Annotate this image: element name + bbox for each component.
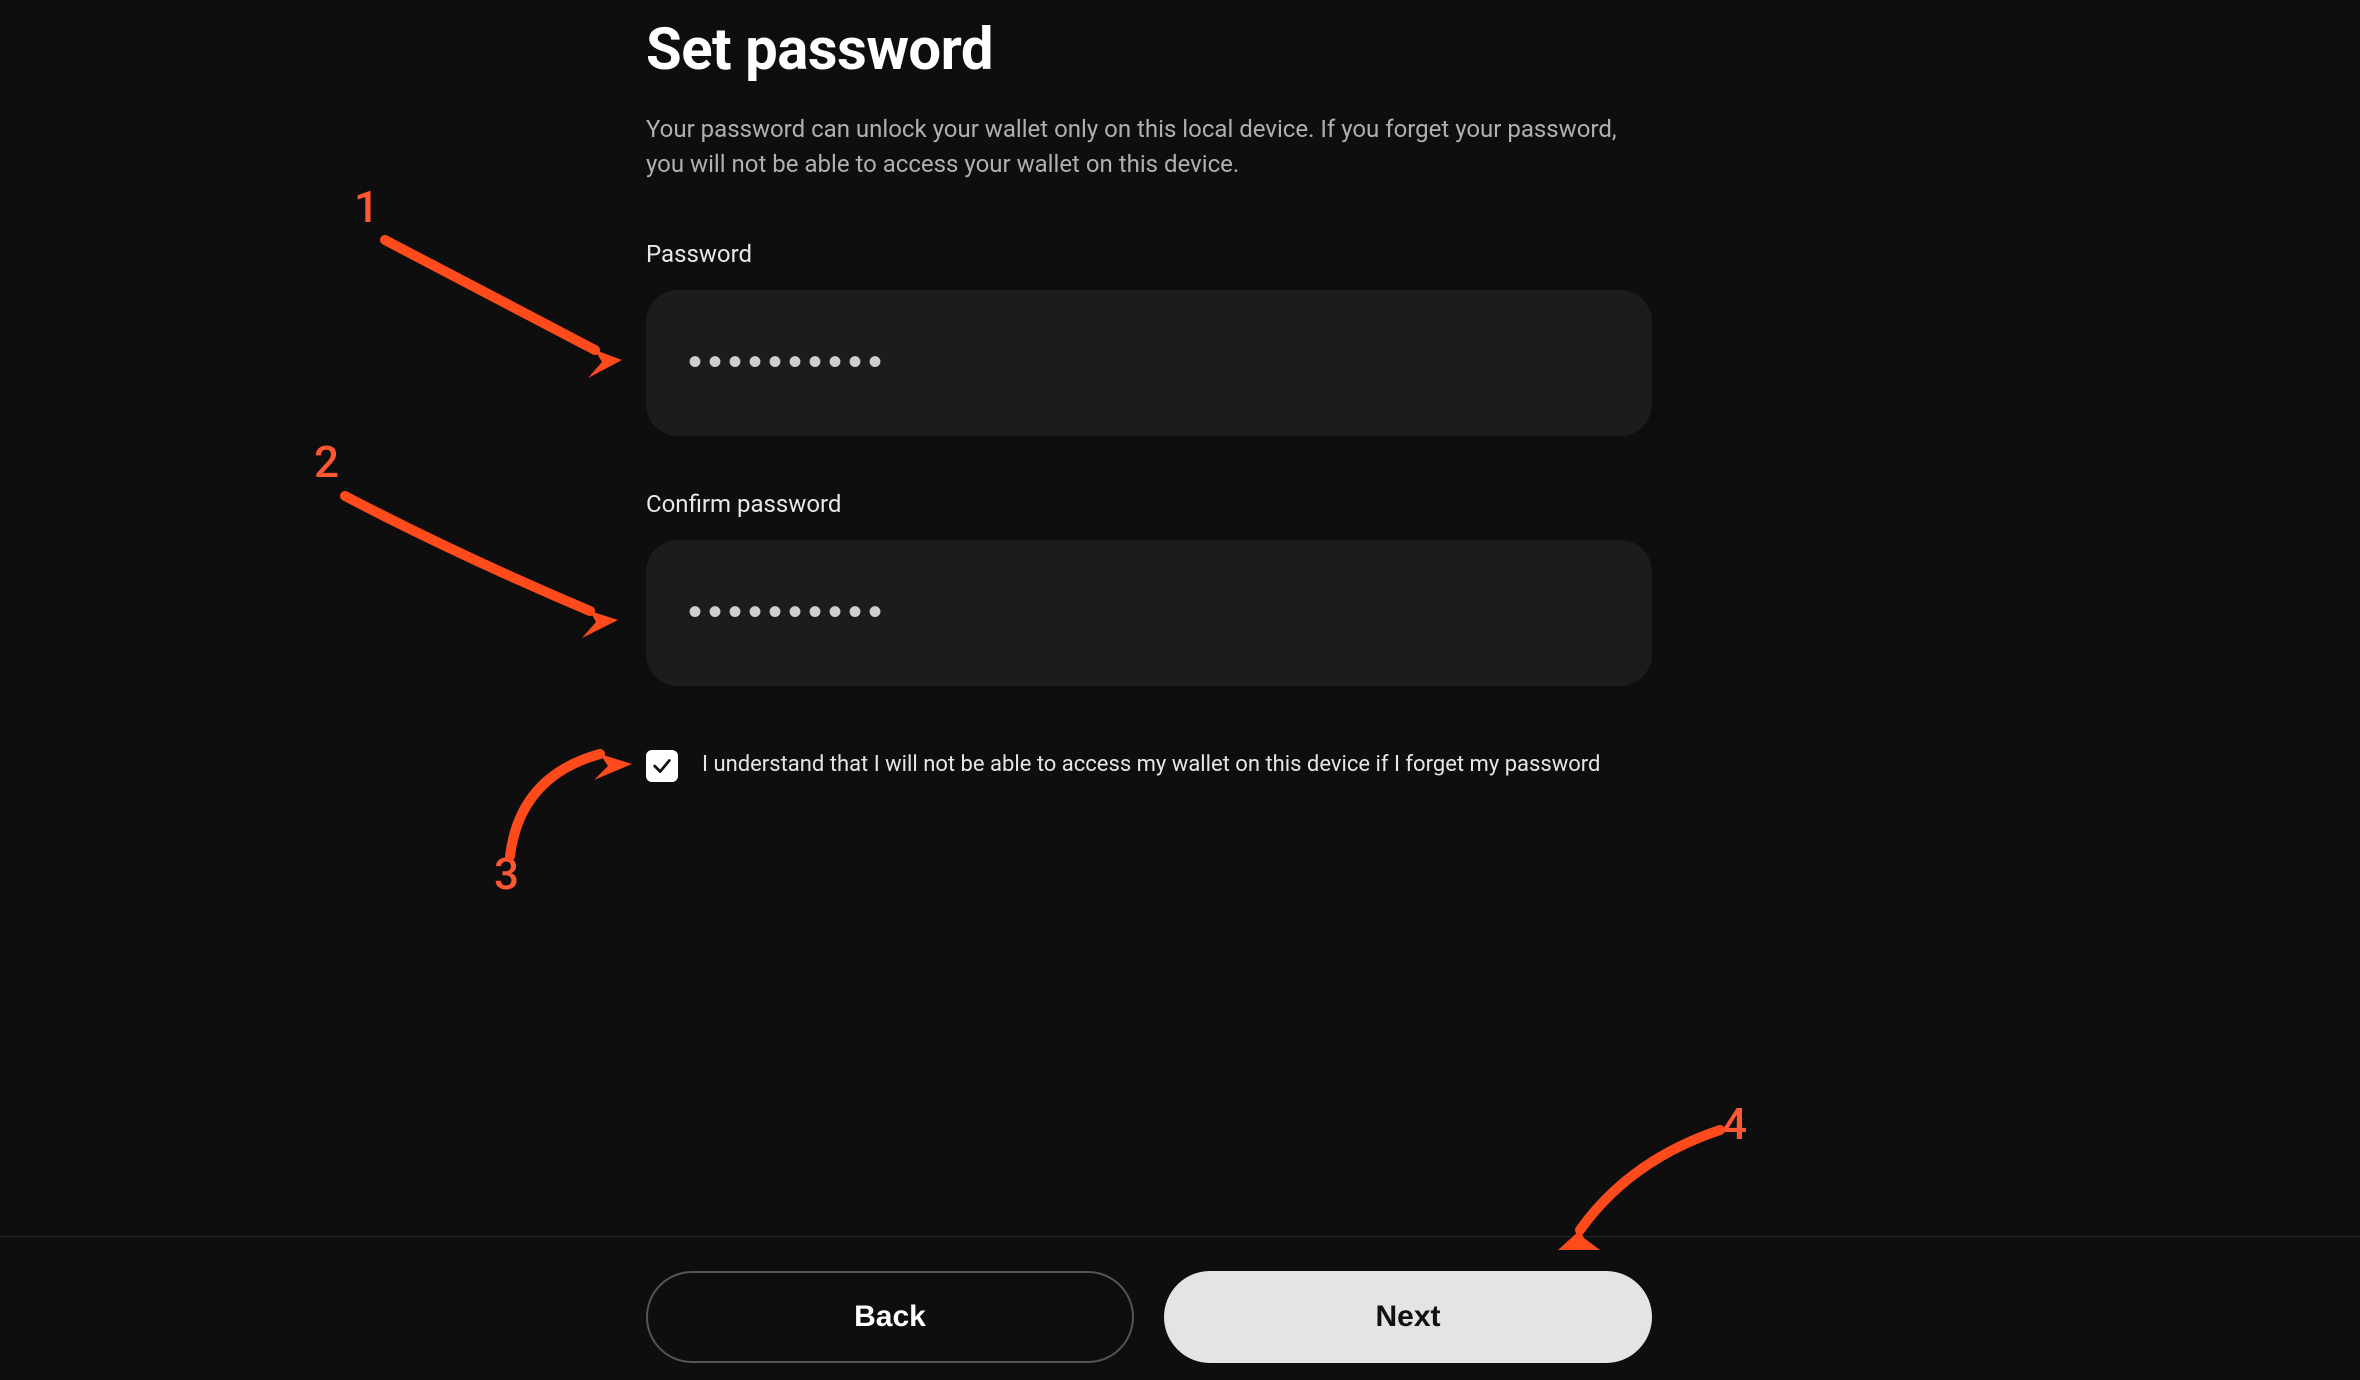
annotation-number-2: 2 — [314, 436, 339, 488]
password-label: Password — [646, 240, 1656, 268]
annotation-number-1: 1 — [354, 181, 379, 233]
acknowledge-row: I understand that I will not be able to … — [646, 748, 1656, 782]
annotation-arrow-1 — [370, 230, 650, 390]
annotation-arrow-4 — [1540, 1120, 1760, 1270]
confirm-password-label: Confirm password — [646, 490, 1656, 518]
annotation-arrow-2 — [330, 486, 640, 646]
annotation-arrow-3 — [490, 736, 670, 876]
password-input[interactable] — [646, 290, 1652, 436]
set-password-form: Set password Your password can unlock yo… — [646, 0, 1656, 782]
confirm-password-input[interactable] — [646, 540, 1652, 686]
page-title: Set password — [646, 16, 1656, 84]
acknowledge-label: I understand that I will not be able to … — [702, 748, 1600, 781]
page-subtitle: Your password can unlock your wallet onl… — [646, 112, 1626, 182]
next-button[interactable]: Next — [1164, 1271, 1652, 1363]
footer-buttons: Back Next — [646, 1271, 1652, 1363]
back-button[interactable]: Back — [646, 1271, 1134, 1363]
footer-divider — [0, 1236, 2360, 1237]
